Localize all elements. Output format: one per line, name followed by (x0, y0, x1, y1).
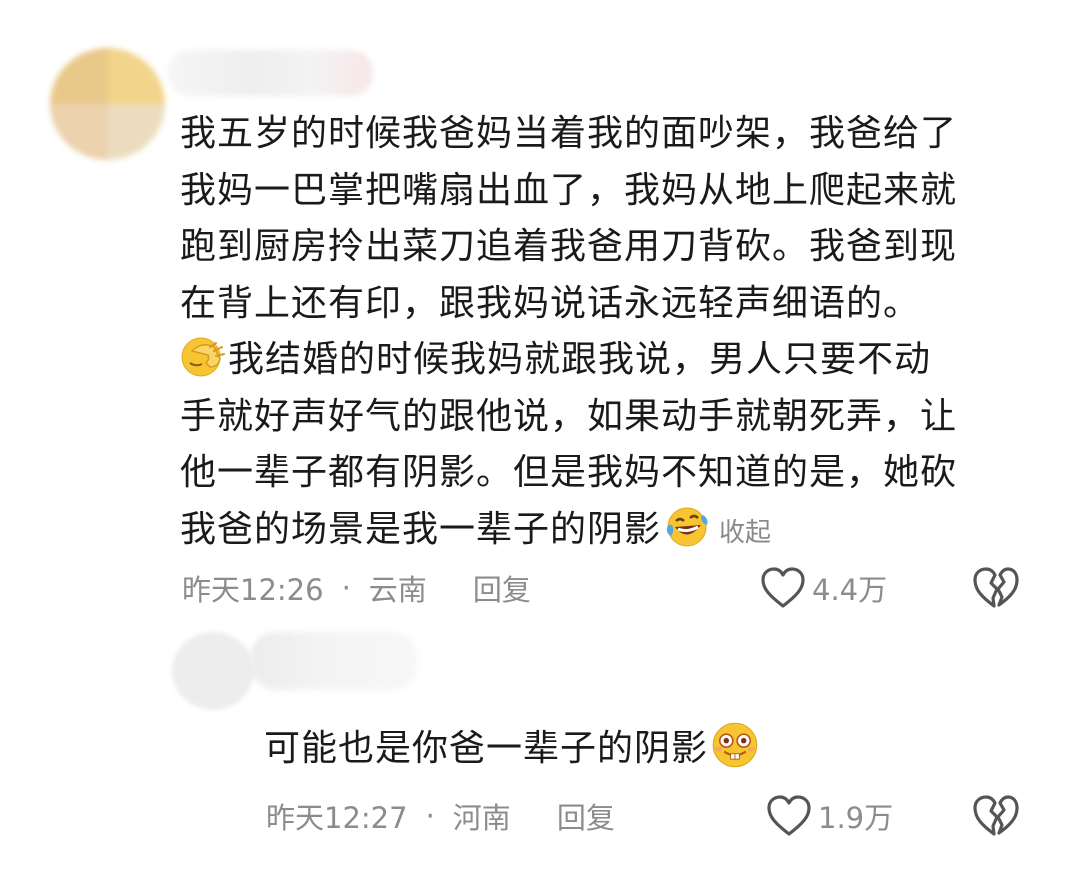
replier-username-blurred[interactable] (250, 632, 418, 690)
collapse-link[interactable]: 收起 (719, 518, 771, 548)
like-button[interactable]: 4.4万 (760, 564, 887, 612)
like-count: 4.4万 (812, 573, 888, 607)
comment-location: 云南 (368, 573, 427, 607)
commenter-avatar[interactable] (50, 48, 165, 160)
like-count: 1.9万 (818, 801, 894, 835)
goofy-face-emoji-icon (712, 722, 758, 768)
reply-button[interactable]: 回复 (557, 795, 615, 837)
reply-meta: 昨天12:27 · 河南 回复 (266, 796, 615, 836)
reply-text: 可能也是你爸一辈子的阴影 (264, 728, 709, 769)
comment-line: 跑到厨房拎出菜刀追着我爸用刀背砍。我爸到现 (180, 226, 958, 267)
meta-separator: · (425, 799, 435, 833)
comment-meta: 昨天12:26 · 云南 回复 (182, 568, 531, 608)
heart-outline-icon (761, 567, 805, 608)
comment-line-text: 我爸的场景是我一辈子的阴影 (180, 508, 662, 550)
reply-timestamp: 昨天12:27 (266, 801, 408, 835)
reply-button[interactable]: 回复 (473, 567, 531, 609)
comment-body: 我五岁的时候我爸妈当着我的面吵架，我爸给了 我妈一巴掌把嘴扇出血了，我妈从地上爬… (180, 106, 1040, 561)
heart-outline-icon (767, 795, 811, 836)
reply-location: 河南 (452, 801, 511, 835)
comment-timestamp: 昨天12:26 (182, 573, 324, 607)
comment-line: 我结婚的时候我妈就跟我说，男人只要不动 (180, 332, 1040, 389)
commenter-username-blurred[interactable] (168, 50, 373, 96)
comment-line: 在背上还有印，跟我妈说话永远轻声细语的。 (180, 282, 921, 324)
comment-line: 我五岁的时候我爸妈当着我的面吵架，我爸给了 (180, 113, 958, 154)
facepalm-emoji-icon (181, 337, 225, 377)
comment-line: 我妈一巴掌把嘴扇出血了，我妈从地上爬起来就 (180, 169, 958, 211)
replier-avatar[interactable] (172, 632, 254, 710)
reply-body: 可能也是你爸一辈子的阴影 (264, 720, 762, 777)
comment-line: 他一辈子都有阴影。但是我妈不知道的是，她砍 (180, 452, 958, 493)
comment-line-text: 我结婚的时候我妈就跟我说，男人只要不动 (228, 339, 932, 380)
comment-line: 我爸的场景是我一辈子的阴影 收起 (180, 502, 1040, 562)
broken-heart-icon[interactable] (972, 565, 1020, 611)
like-button[interactable]: 1.9万 (766, 792, 893, 840)
meta-separator: · (341, 571, 351, 605)
comment-line: 手就好声好气的跟他说，如果动手就朝死弄，让 (180, 395, 958, 437)
laugh-crying-emoji-icon (667, 507, 708, 546)
broken-heart-icon[interactable] (972, 793, 1020, 839)
